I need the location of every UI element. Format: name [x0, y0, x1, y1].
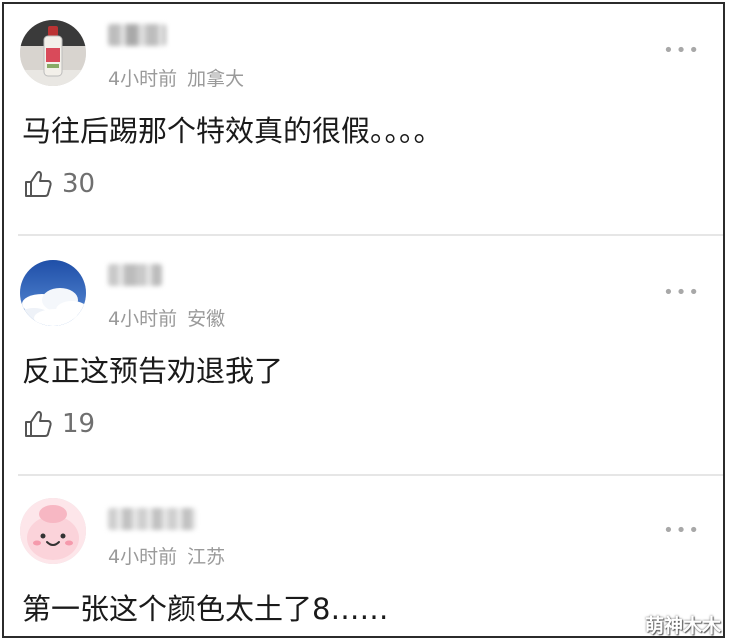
blurred-username[interactable]	[108, 264, 162, 286]
sky-clouds-avatar-icon	[20, 260, 86, 326]
avatar[interactable]	[20, 260, 86, 326]
avatar[interactable]	[20, 20, 86, 86]
comment-time: 4小时前	[108, 308, 178, 330]
bottle-photo-avatar-icon	[20, 20, 86, 86]
comment-meta: 4小时前 加拿大	[108, 64, 244, 91]
comment-meta: 4小时前 江苏	[108, 542, 225, 569]
comment-text: 第一张这个颜色太土了8……	[22, 592, 389, 626]
like-button[interactable]: 30	[22, 168, 95, 200]
comment-location: 安徽	[187, 308, 226, 330]
watermark: 萌神木木	[644, 615, 721, 637]
avatar[interactable]	[20, 498, 86, 564]
thumbs-up-icon	[25, 410, 52, 437]
like-count: 19	[62, 409, 96, 439]
comment-item: 4小时前 加拿大 ••• 马往后踢那个特效真的很假。。。。 30	[4, 4, 723, 234]
more-options-icon[interactable]: •••	[663, 284, 701, 302]
comment-text: 反正这预告劝退我了	[22, 354, 284, 388]
comment-item: 4小时前 江苏 ••• 第一张这个颜色太土了8……	[4, 476, 723, 636]
comment-list: 4小时前 加拿大 ••• 马往后踢那个特效真的很假。。。。 30 4小时前 安徽…	[2, 2, 725, 638]
more-options-icon[interactable]: •••	[663, 522, 701, 540]
like-button[interactable]: 19	[22, 408, 95, 440]
more-options-icon[interactable]: •••	[663, 42, 701, 60]
thumbs-up-icon	[25, 170, 52, 197]
blurred-username[interactable]	[108, 24, 166, 46]
comment-location: 加拿大	[187, 68, 245, 90]
like-count: 30	[62, 169, 96, 199]
pink-cartoon-avatar-icon	[20, 498, 86, 564]
comment-item: 4小时前 安徽 ••• 反正这预告劝退我了 19	[4, 236, 723, 474]
comment-meta: 4小时前 安徽	[108, 304, 225, 331]
comment-time: 4小时前	[108, 68, 178, 90]
comment-time: 4小时前	[108, 546, 178, 568]
comment-location: 江苏	[187, 546, 226, 568]
comment-text: 马往后踢那个特效真的很假。。。。	[22, 114, 443, 148]
blurred-username[interactable]	[108, 508, 196, 530]
